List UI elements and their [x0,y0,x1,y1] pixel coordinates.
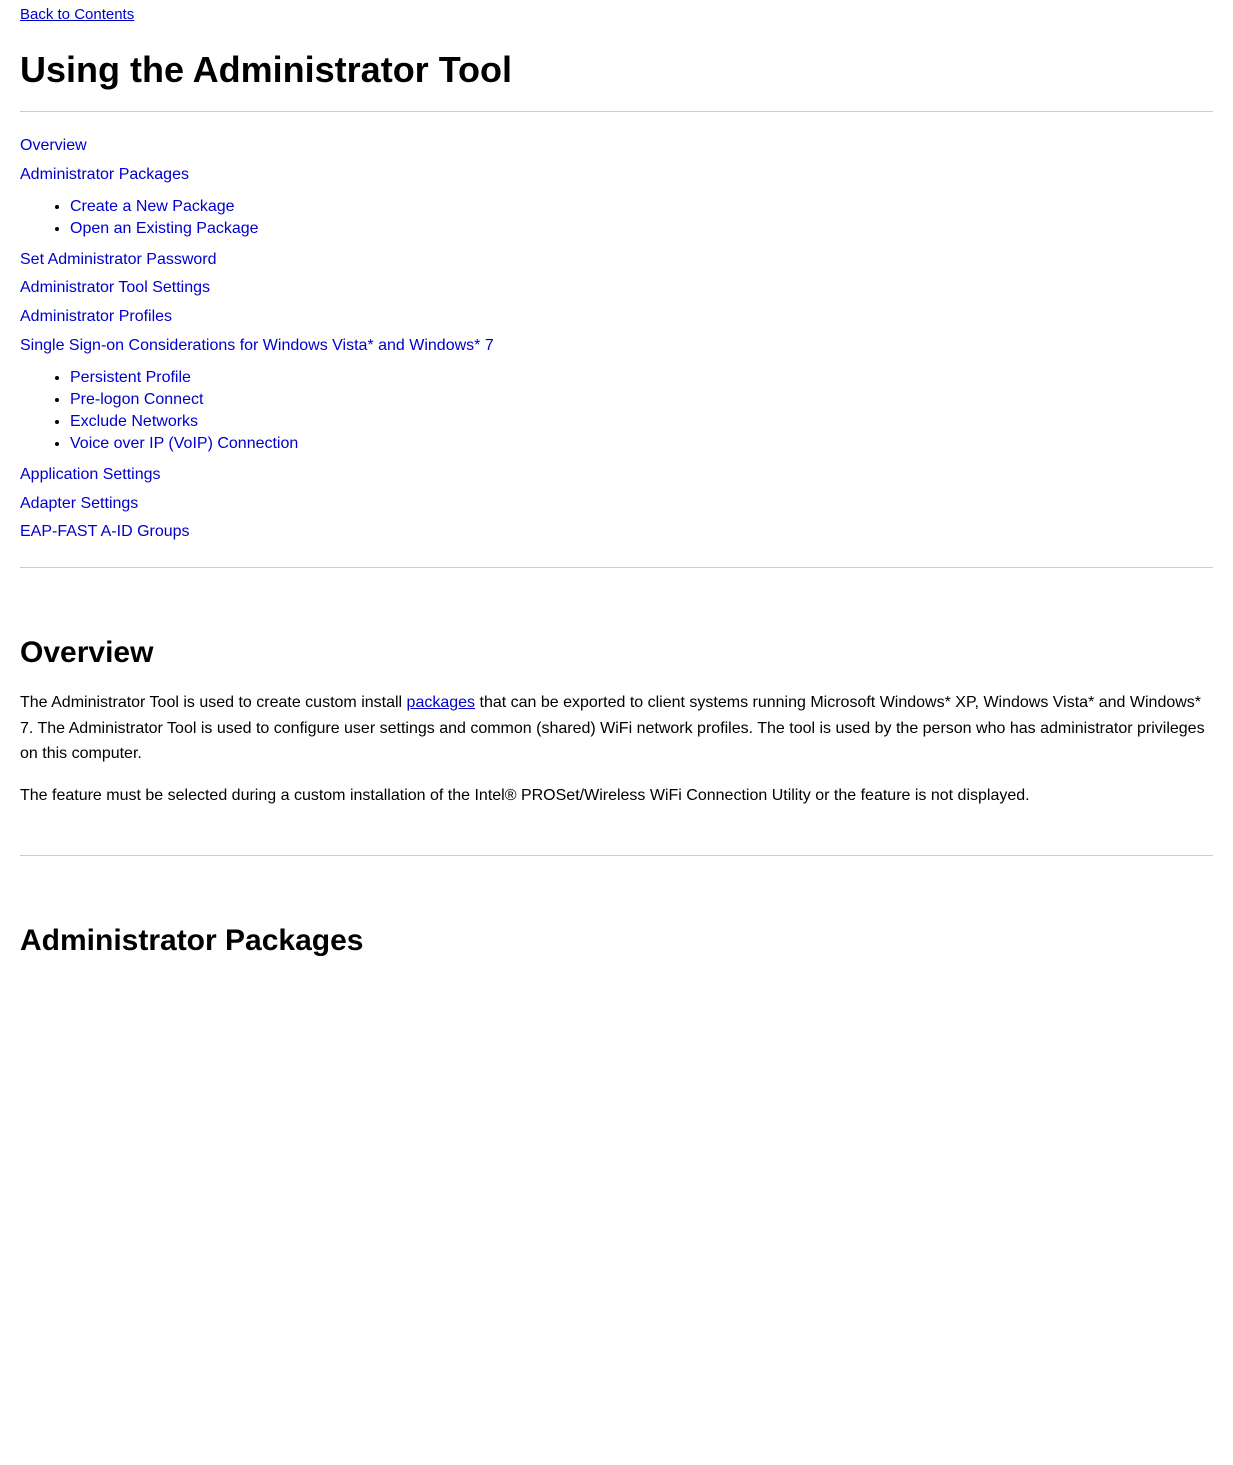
toc-admin-tool-settings-link[interactable]: Administrator Tool Settings [20,274,1213,303]
list-item: Pre-logon Connect [70,391,1213,409]
toc-sso-sublist: Persistent Profile Pre-logon Connect Exc… [70,369,1213,453]
list-item: Exclude Networks [70,413,1213,431]
overview-bottom-divider [20,855,1213,856]
toc-sso-link[interactable]: Single Sign-on Considerations for Window… [20,332,1213,361]
list-item: Create a New Package [70,198,1213,216]
overview-heading: Overview [20,636,1213,670]
toc-create-package-link[interactable]: Create a New Package [70,198,235,215]
toc-adapter-settings-link[interactable]: Adapter Settings [20,490,1213,519]
toc-bottom-divider [20,567,1213,568]
toc-eap-fast-link[interactable]: EAP-FAST A-ID Groups [20,518,1213,547]
overview-paragraph-2: The feature must be selected during a cu… [20,783,1213,809]
toc-exclude-networks-link[interactable]: Exclude Networks [70,413,198,430]
overview-paragraph-1: The Administrator Tool is used to create… [20,690,1213,767]
overview-section: Overview The Administrator Tool is used … [20,596,1213,844]
toc-persistent-profile-link[interactable]: Persistent Profile [70,369,191,386]
toc-app-settings-link[interactable]: Application Settings [20,461,1213,490]
list-item: Open an Existing Package [70,220,1213,238]
back-to-contents-link[interactable]: Back to Contents [20,0,1213,29]
toc-voip-link[interactable]: Voice over IP (VoIP) Connection [70,435,298,452]
toc-packages-sublist: Create a New Package Open an Existing Pa… [70,198,1213,238]
overview-packages-link[interactable]: packages [407,694,476,711]
list-item: Persistent Profile [70,369,1213,387]
top-divider [20,111,1213,112]
toc-admin-packages-link[interactable]: Administrator Packages [20,161,1213,190]
table-of-contents: Overview Administrator Packages Create a… [20,122,1213,557]
toc-open-package-link[interactable]: Open an Existing Package [70,220,259,237]
toc-admin-profiles-link[interactable]: Administrator Profiles [20,303,1213,332]
admin-packages-section: Administrator Packages [20,884,1213,998]
overview-para1-before: The Administrator Tool is used to create… [20,694,407,711]
page-title: Using the Administrator Tool [20,49,1213,91]
toc-overview-link[interactable]: Overview [20,132,1213,161]
toc-set-password-link[interactable]: Set Administrator Password [20,246,1213,275]
list-item: Voice over IP (VoIP) Connection [70,435,1213,453]
toc-prelogon-connect-link[interactable]: Pre-logon Connect [70,391,203,408]
admin-packages-heading: Administrator Packages [20,924,1213,958]
